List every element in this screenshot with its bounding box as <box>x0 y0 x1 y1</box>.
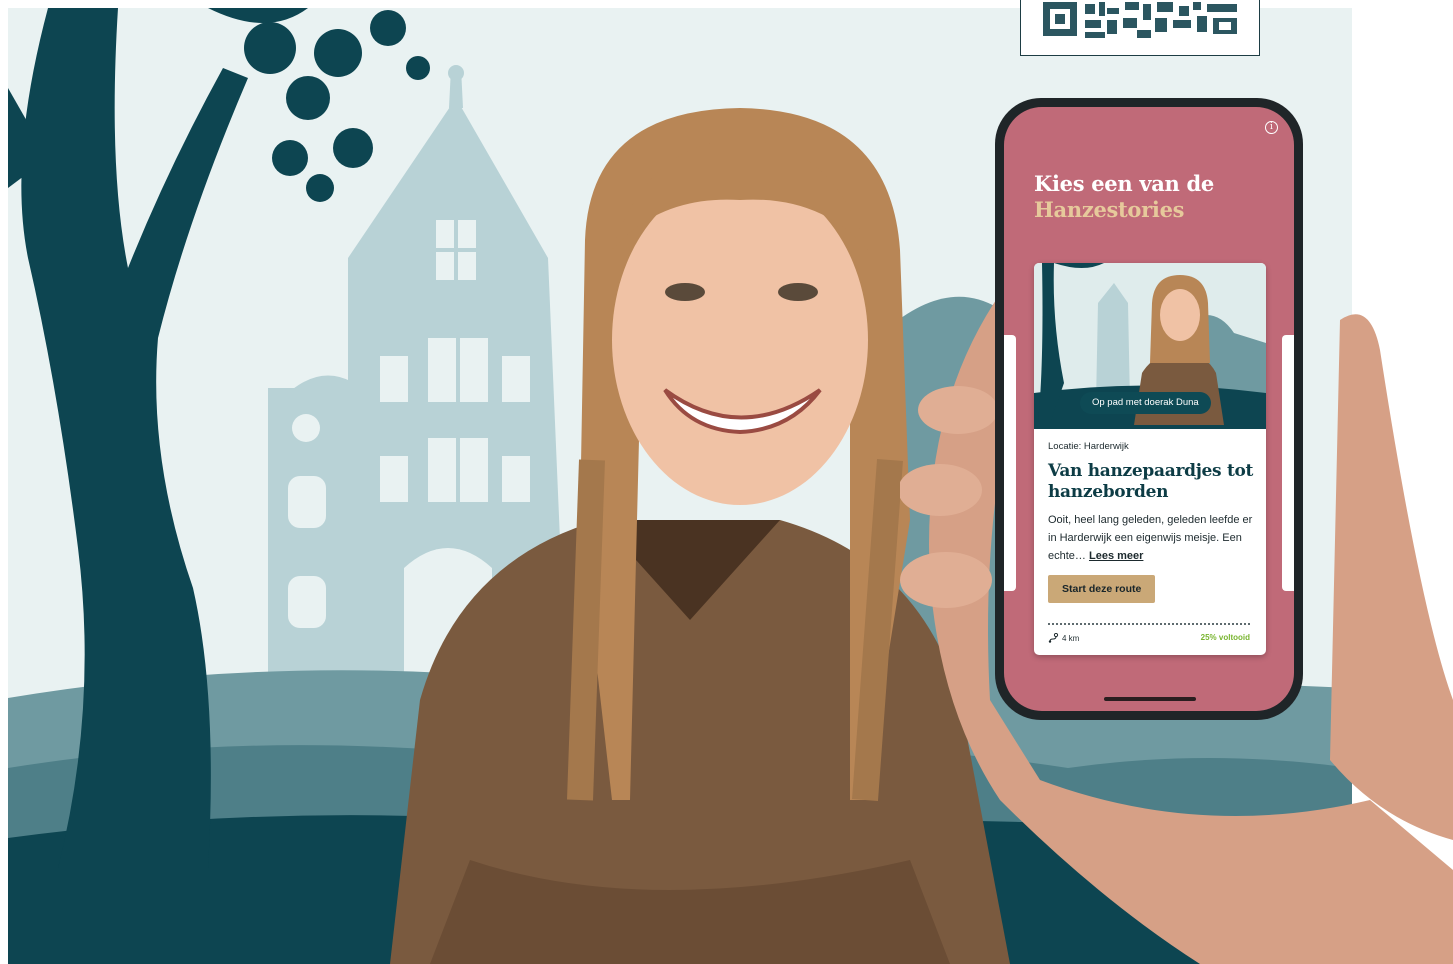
story-guide-badge: Op pad met doerak Duna <box>1080 392 1211 414</box>
smartphone: i Kies een van de Hanzestories Op pad me… <box>995 98 1303 720</box>
phone-screen: i Kies een van de Hanzestories Op pad me… <box>1004 107 1294 711</box>
story-description: Ooit, heel lang geleden, geleden leefde … <box>1048 511 1260 565</box>
story-card[interactable]: Op pad met doerak Duna Locatie: Harderwi… <box>1034 263 1266 655</box>
next-card-peek[interactable] <box>1282 335 1294 591</box>
story-card-image: Op pad met doerak Duna <box>1034 263 1266 429</box>
route-distance-value: 4 km <box>1062 633 1080 643</box>
start-route-button[interactable]: Start deze route <box>1048 575 1156 603</box>
qr-code-icon <box>1043 2 1237 38</box>
card-divider <box>1048 623 1250 625</box>
page-heading: Kies een van de Hanzestories <box>1034 171 1214 223</box>
previous-card-peek[interactable] <box>1004 335 1016 591</box>
heading-line-1: Kies een van de <box>1034 171 1214 196</box>
story-location: Locatie: Harderwijk <box>1048 441 1129 452</box>
read-more-link[interactable]: Lees meer <box>1089 550 1143 562</box>
route-progress: 25% voltooid <box>1200 633 1250 642</box>
route-distance: 4 km <box>1048 633 1079 643</box>
info-icon[interactable]: i <box>1265 121 1278 134</box>
heading-line-2: Hanzestories <box>1034 197 1185 222</box>
home-indicator[interactable] <box>1104 697 1196 701</box>
story-title: Van hanzepaardjes tot hanzeborden <box>1048 461 1254 502</box>
route-icon <box>1048 633 1059 643</box>
story-description-text: Ooit, heel lang geleden, geleden leefde … <box>1048 514 1253 562</box>
qr-code-frame <box>1020 0 1260 56</box>
